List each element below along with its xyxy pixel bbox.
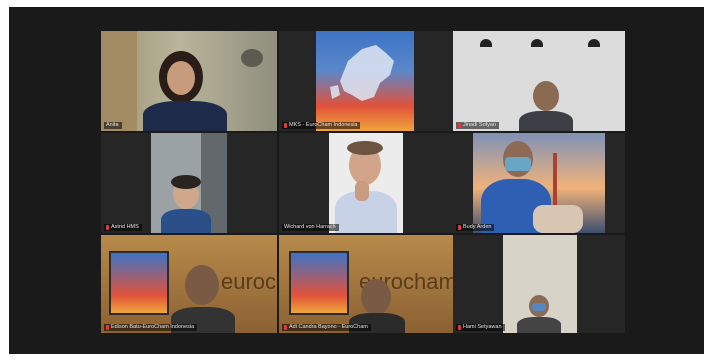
video-feed: eurocham xyxy=(101,235,277,333)
participant-tile-hami[interactable]: Hami Setyawan xyxy=(453,235,625,333)
participant-tile-astrid[interactable]: Astrid HMS xyxy=(101,133,277,233)
ceiling-lamp-icon xyxy=(531,39,543,47)
europe-map-logo xyxy=(109,251,169,315)
video-feed xyxy=(503,235,577,333)
mic-muted-icon xyxy=(284,123,287,128)
video-feed xyxy=(151,133,227,233)
participant-name-label: Jinadi Sofyan xyxy=(456,122,500,129)
participant-tile-adi[interactable]: eurocham Adi Candra Bayono - EuroCham xyxy=(279,235,453,333)
eurocham-wall-text: eurocham xyxy=(221,269,277,294)
europe-map-logo xyxy=(330,45,394,101)
participant-tile-anita[interactable]: Anita xyxy=(101,31,277,131)
participant-tile-jinadi[interactable]: Jinadi Sofyan xyxy=(453,31,625,131)
europe-map-logo xyxy=(289,251,349,315)
video-feed: eurocham xyxy=(279,235,453,333)
participant-tile-budy[interactable]: Budy Arden xyxy=(453,133,625,233)
video-grid: Anita MKS - EuroCham Indonesia Jinadi So… xyxy=(9,7,704,354)
video-feed xyxy=(453,31,625,131)
mic-muted-icon xyxy=(458,225,461,230)
video-feed xyxy=(101,31,277,131)
video-feed xyxy=(473,133,605,233)
participant-name-label: Astrid HMS xyxy=(104,224,142,231)
mic-muted-icon xyxy=(284,325,287,330)
video-feed xyxy=(316,31,414,131)
participant-name-label: MKS - EuroCham Indonesia xyxy=(282,122,361,129)
ceiling-lamp-icon xyxy=(588,39,600,47)
video-feed xyxy=(329,133,403,233)
participant-tile-wichard[interactable]: Wichard von Harrach xyxy=(279,133,453,233)
mic-muted-icon xyxy=(106,225,109,230)
participant-name-label: Anita xyxy=(104,122,122,129)
participant-name-label: Hami Setyawan xyxy=(456,324,505,331)
participant-tile-edison[interactable]: eurocham Edison Batu-EuroCham Indonesia xyxy=(101,235,277,333)
participant-tile-mks[interactable]: MKS - EuroCham Indonesia xyxy=(279,31,453,131)
participant-name-label: Budy Arden xyxy=(456,224,495,231)
ceiling-lamp-icon xyxy=(480,39,492,47)
mic-muted-icon xyxy=(458,325,461,330)
participant-name-label: Edison Batu-EuroCham Indonesia xyxy=(104,324,198,331)
mic-muted-icon xyxy=(106,325,109,330)
mic-muted-icon xyxy=(458,123,461,128)
participant-name-label: Wichard von Harrach xyxy=(282,224,339,231)
participant-name-label: Adi Candra Bayono - EuroCham xyxy=(282,324,371,331)
